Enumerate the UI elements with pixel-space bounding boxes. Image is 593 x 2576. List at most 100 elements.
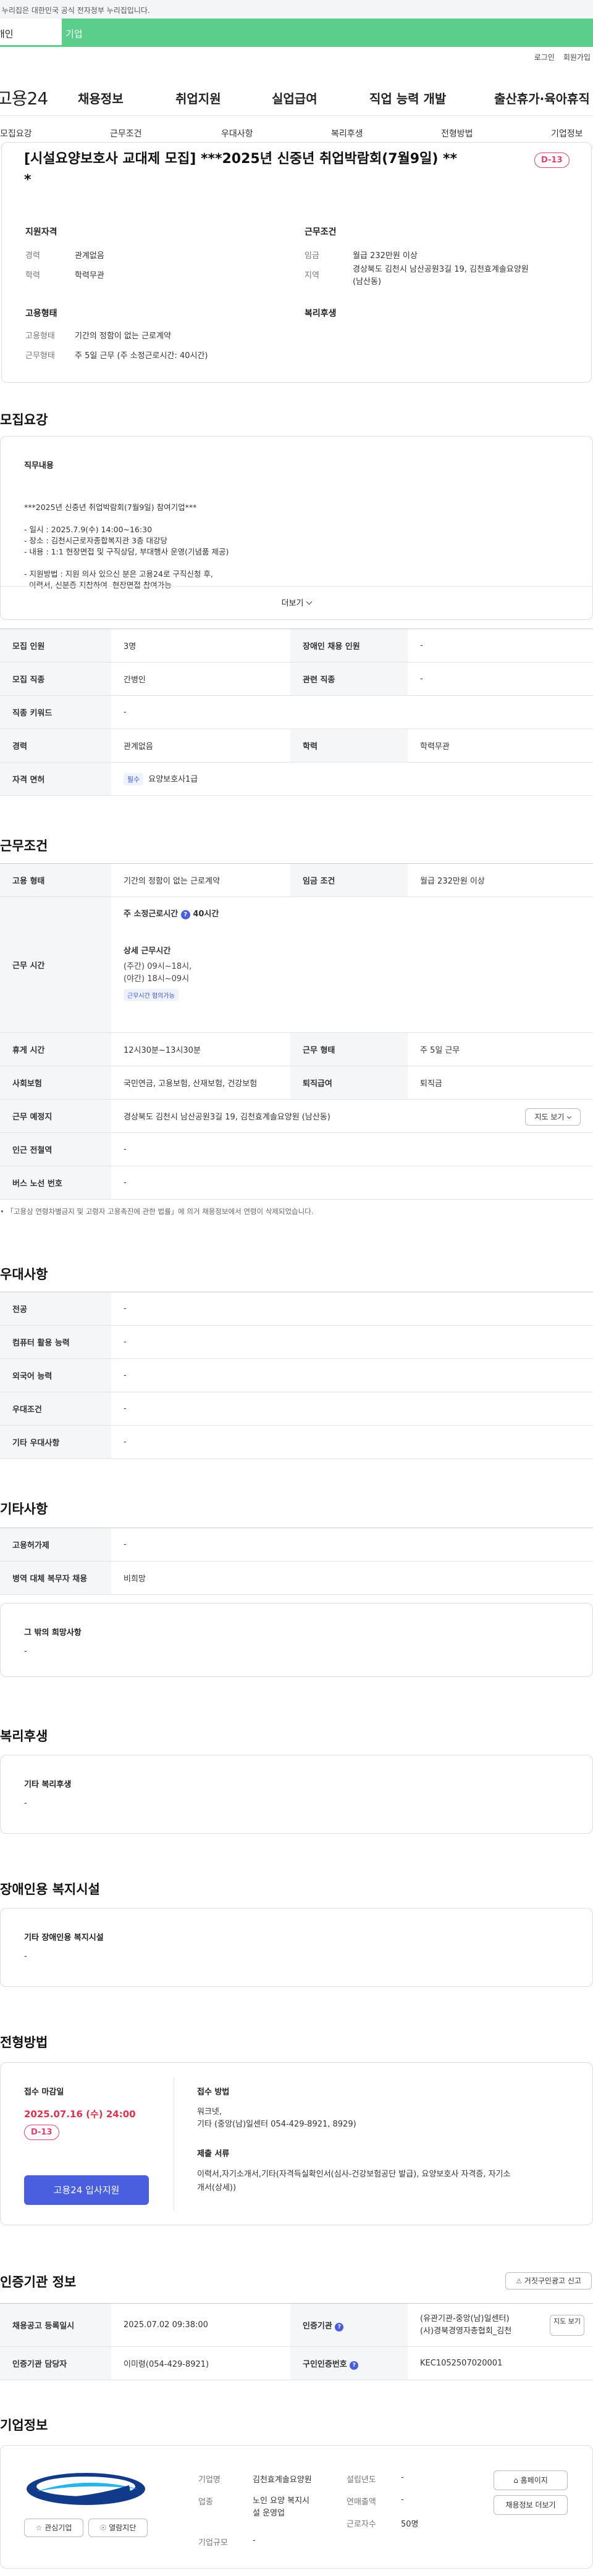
education-value: 학력무관: [75, 271, 104, 280]
gnb-unemployment-benefit[interactable]: 실업급여: [272, 89, 318, 107]
anchor-welfare[interactable]: 복리후생: [331, 127, 363, 140]
anchor-selection[interactable]: 전형방법: [441, 127, 473, 140]
license-label: 자격 면허: [0, 762, 111, 796]
severance-value: 퇴직금: [408, 1066, 593, 1100]
gnb-job-info[interactable]: 채용정보: [78, 89, 124, 107]
welfare-heading: 복리후생: [0, 1729, 48, 1744]
work-type-value: 주 5일 근무: [408, 1032, 593, 1066]
login-link[interactable]: 로그인: [534, 53, 555, 62]
emp-type-value: 기간의 정함이 없는 근로계약: [75, 332, 171, 341]
gnb-parental-leave[interactable]: 출산휴가·육아휴직: [494, 89, 590, 107]
etc-table: 고용허가제 - 병역 대체 복무자 채용 비희망: [0, 1528, 593, 1595]
table-row: 경력 관계없음 학력 학력무관: [0, 729, 593, 763]
eye-icon: ☉: [99, 2524, 107, 2532]
reg-date-label: 채용공고 등록일시: [0, 2303, 111, 2347]
docs-value: 이력서,자기소개서,기타(자격득실확인서(심사-건강보험공단 발급), 요양보호…: [197, 2170, 511, 2193]
gnb-employment-support[interactable]: 취업지원: [175, 89, 221, 107]
major-value: -: [111, 1292, 593, 1326]
alert-icon: ⚠: [516, 2277, 522, 2285]
headcount-label: 모집 인원: [0, 629, 111, 663]
chevron-down-icon: [306, 598, 313, 605]
disabled-box-value: -: [24, 1952, 27, 1961]
cert-org-label: 인증기관 ?: [290, 2303, 408, 2347]
home-icon: ⌂: [513, 2476, 518, 2485]
method-heading: 접수 방법: [197, 2088, 230, 2097]
more-button[interactable]: 더보기: [1, 586, 592, 619]
anchor-company[interactable]: 기업정보: [551, 127, 583, 140]
disabled-card: 기타 장애인용 복지시설 -: [0, 1908, 593, 1987]
table-row: 인증기관 담당자 이미령(054-429-8921) 구인인증번호 ? KEC1…: [0, 2346, 593, 2380]
related-occupation-value: -: [408, 662, 593, 696]
preference-table: 전공 - 컴퓨터 활용 능력 - 외국어 능력 - 우대조건 - 기타 우대사항 -: [0, 1292, 593, 1459]
manager-label: 인증기관 담당자: [0, 2346, 111, 2380]
recruit-table: 모집 인원 3명 장애인 채용 인원 - 모집 직종 간병인 관련 직종 - 직…: [0, 629, 593, 796]
license-name: 요양보호사1급: [148, 775, 198, 784]
gnb-vocational-training[interactable]: 직업 능력 개발: [369, 89, 446, 107]
language-value: -: [111, 1358, 593, 1392]
table-row: 컴퓨터 활용 능력 -: [0, 1325, 593, 1359]
more-label: 더보기: [281, 599, 304, 608]
job-title: [시설요양보호사 교대제 모집] ***2025년 신중년 취업박람회(7월9일…: [24, 149, 518, 191]
work-time-label: 근무 시간: [0, 897, 111, 1033]
favorite-company-button[interactable]: ☆ 관심기업: [24, 2519, 83, 2537]
table-row: 인근 전철역 -: [0, 1132, 593, 1166]
tab-business[interactable]: 기업: [62, 19, 593, 47]
selection-dday-badge: D-13: [24, 2125, 59, 2140]
work-permit-label: 고용허가제: [0, 1528, 111, 1562]
anchor-preference[interactable]: 우대사항: [221, 127, 253, 140]
anchor-recruit[interactable]: 모집요강: [0, 127, 32, 140]
employees-label: 근로자수: [347, 2520, 376, 2529]
dday-badge: D-13: [534, 153, 570, 168]
company-size-label: 기업규모: [198, 2538, 228, 2548]
utility-links: 로그인 회원가입: [526, 52, 591, 62]
tab-personal[interactable]: 개인: [0, 19, 62, 47]
table-row: 직종 키워드 -: [0, 695, 593, 729]
company-heading: 기업정보: [0, 2418, 48, 2433]
pref-cond-value: -: [111, 1392, 593, 1426]
company-size-value: -: [253, 2536, 256, 2545]
info-icon[interactable]: ?: [180, 910, 190, 919]
docs-heading: 제출 서류: [197, 2149, 230, 2159]
table-row: 채용공고 등록일시 2025.07.02 09:38:00 인증기관 ? (유관…: [0, 2303, 593, 2347]
disabled-headcount-value: -: [408, 629, 593, 663]
severance-label: 퇴직급여: [290, 1066, 408, 1100]
table-row: 병역 대체 복무자 채용 비희망: [0, 1561, 593, 1595]
deadline-heading: 접수 마감일: [24, 2088, 64, 2097]
pref-cond-label: 우대조건: [0, 1392, 111, 1426]
info-icon[interactable]: ?: [335, 2322, 344, 2331]
info-icon[interactable]: ?: [350, 2361, 359, 2370]
workplace-label: 근무 예정지: [0, 1099, 111, 1133]
apply-button[interactable]: 고용24 입사지원: [24, 2175, 149, 2205]
join-link[interactable]: 회원가입: [563, 53, 591, 62]
license-value: 필수 요양보호사1급: [111, 762, 593, 796]
education-label: 학력: [25, 271, 40, 280]
other-wish-value: -: [24, 1647, 27, 1656]
homepage-button[interactable]: ⌂ 홈페이지: [494, 2470, 568, 2490]
cert-no-label: 구인인증번호 ?: [290, 2346, 408, 2380]
preference-heading: 우대사항: [0, 1267, 48, 1282]
selection-card: 접수 마감일 2025.07.16 (수) 24:00 D-13 고용24 입사…: [0, 2062, 593, 2225]
anchor-conditions[interactable]: 근무조건: [110, 127, 142, 140]
region-value: 경상북도 김천시 남산공원3길 19, 김천효계솔요양원 (남산동): [353, 265, 529, 286]
region-label: 지역: [305, 271, 319, 280]
more-jobs-button[interactable]: 채용정보 더보기: [494, 2495, 568, 2515]
career-row-value: 관계없음: [111, 729, 290, 763]
report-button[interactable]: ⚠ 거짓구인광고 신고: [505, 2272, 592, 2290]
view-button[interactable]: ☉ 열람지단: [88, 2519, 148, 2537]
other-pref-value: -: [111, 1425, 593, 1459]
cert-map-button[interactable]: 지도 보기: [550, 2315, 584, 2336]
reg-date-value: 2025.07.02 09:38:00: [111, 2303, 290, 2347]
founded-value: -: [401, 2473, 404, 2482]
keyword-value: -: [111, 695, 593, 729]
headcount-value: 3명: [111, 629, 290, 663]
duty-heading: 직무내용: [24, 461, 54, 470]
wage-value: 월급 232만원 이상: [353, 251, 418, 261]
map-button[interactable]: 지도 보기: [525, 1108, 581, 1126]
cert-heading: 인증기관 정보: [0, 2275, 77, 2290]
qualification-heading: 지원자격: [25, 227, 57, 237]
bus-label: 버스 노선 번호: [0, 1166, 111, 1200]
work-type-label: 근무 형태: [290, 1032, 408, 1066]
night-shift: (야간) 18시~09시: [124, 974, 190, 984]
welfare-summary-heading: 복리후생: [305, 309, 337, 319]
logo[interactable]: 고용24: [0, 85, 48, 110]
